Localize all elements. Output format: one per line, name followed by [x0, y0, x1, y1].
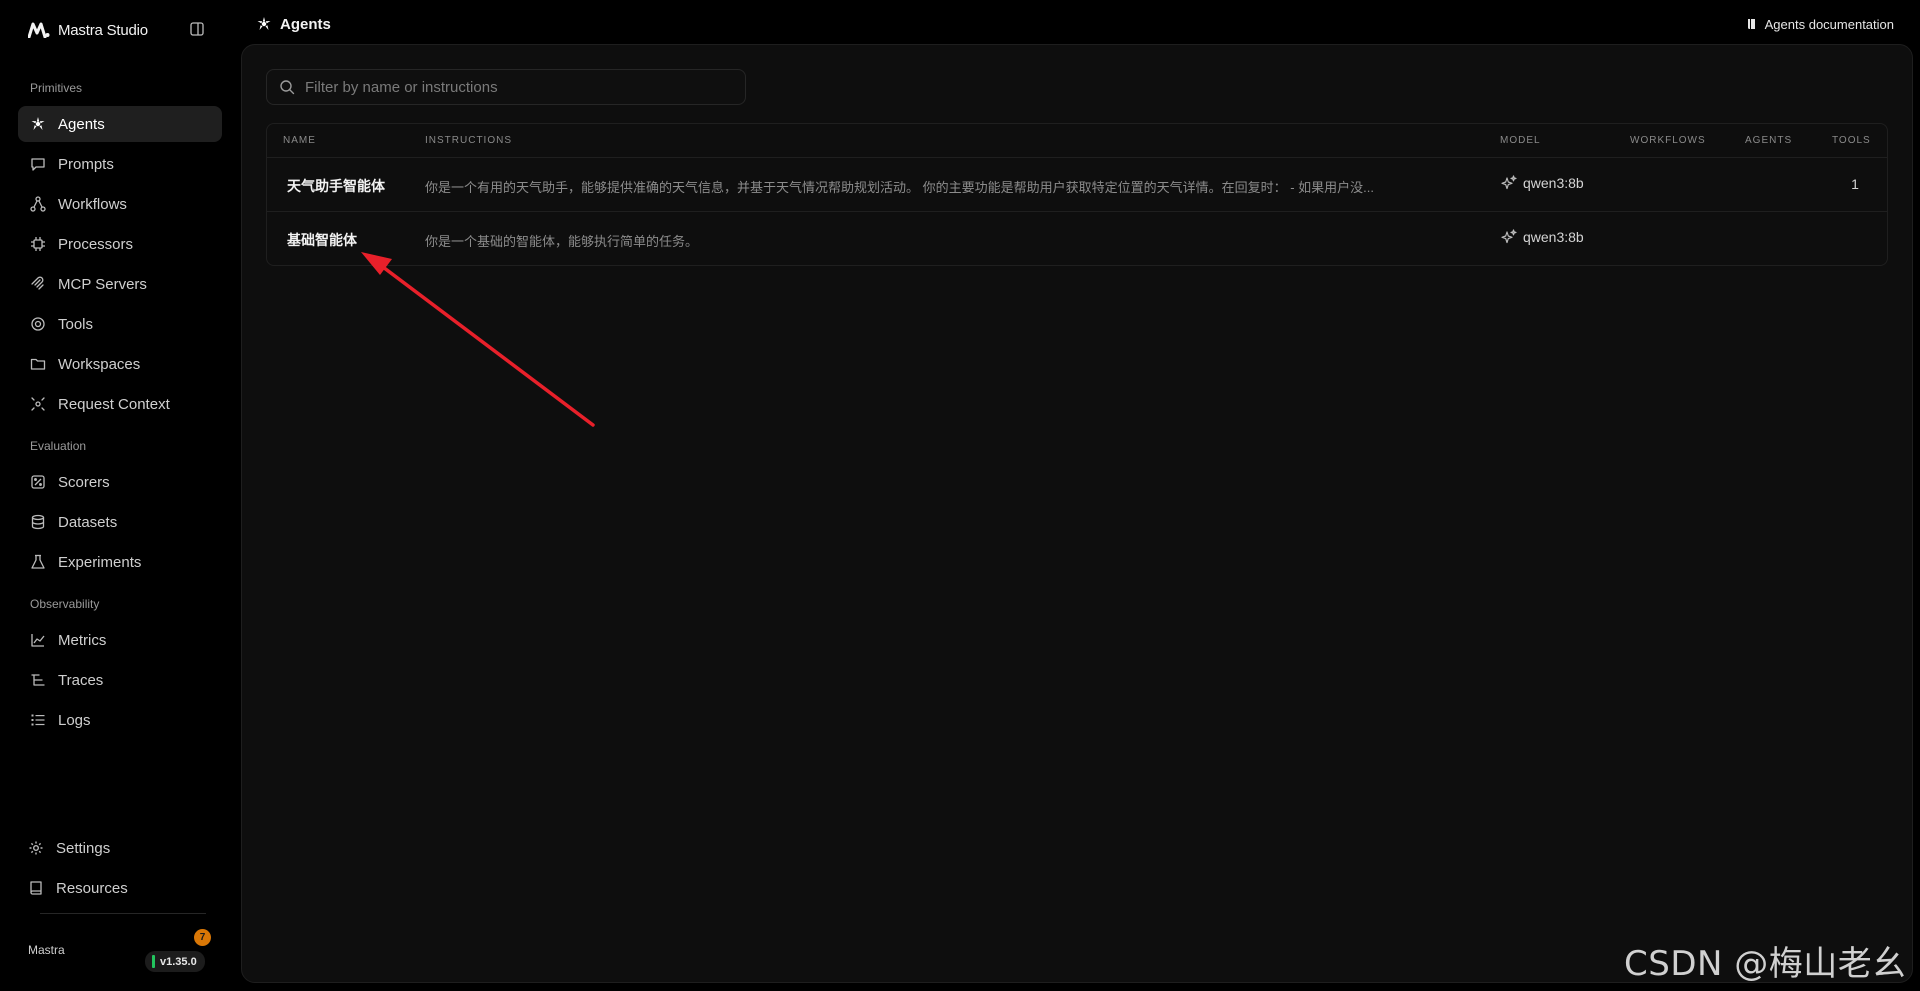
processors-icon	[30, 236, 46, 252]
table-row[interactable]: 天气助手智能体 你是一个有用的天气助手，能够提供准确的天气信息，并基于天气情况帮…	[267, 158, 1887, 212]
sidebar-item-processors[interactable]: Processors	[18, 226, 222, 262]
sidebar-item-label: MCP Servers	[58, 275, 147, 293]
column-header-instructions[interactable]: INSTRUCTIONS	[425, 135, 512, 146]
sidebar-item-label: Tools	[58, 315, 94, 333]
org-name: Mastra	[28, 943, 65, 957]
agent-model-label: qwen3:8b	[1523, 229, 1584, 245]
sidebar-item-label: Prompts	[58, 155, 114, 173]
sidebar-item-datasets[interactable]: Datasets	[18, 504, 222, 540]
sidebar-item-logs[interactable]: Logs	[18, 702, 222, 738]
column-header-tools[interactable]: TOOLS	[1832, 135, 1871, 146]
sidebar-item-label: Scorers	[58, 473, 110, 491]
watermark: CSDN @梅山老幺	[1624, 944, 1907, 984]
brand-name: Mastra Studio	[58, 21, 148, 39]
sidebar-item-label: Request Context	[58, 395, 170, 413]
column-header-name[interactable]: NAME	[283, 135, 316, 146]
sidebar-item-experiments[interactable]: Experiments	[18, 544, 222, 580]
sidebar-item-label: Experiments	[58, 553, 142, 571]
sidebar-item-label: Workspaces	[58, 355, 141, 373]
docs-link-label: Agents documentation	[1764, 16, 1894, 32]
agents-icon	[256, 16, 272, 32]
list-icon	[30, 712, 46, 728]
database-icon	[30, 514, 46, 530]
mcp-icon	[30, 276, 46, 292]
sidebar-toggle-icon	[190, 22, 204, 36]
tools-icon	[30, 316, 46, 332]
agent-tools-count: 1	[1851, 176, 1859, 192]
chart-icon	[30, 632, 46, 648]
request-context-icon	[30, 396, 46, 412]
sidebar-item-label: Datasets	[58, 513, 118, 531]
version-label: v1.35.0	[160, 955, 197, 968]
sidebar-item-label: Agents	[58, 115, 105, 133]
agent-model-label: qwen3:8b	[1523, 175, 1584, 191]
prompts-icon	[30, 156, 46, 172]
sidebar-divider	[40, 913, 206, 914]
agent-model: qwen3:8b	[1501, 229, 1584, 245]
gear-icon	[28, 840, 44, 856]
page-title: Agents	[256, 13, 331, 35]
sidebar-item-resources[interactable]: Resources	[16, 870, 220, 906]
sidebar-item-request-context[interactable]: Request Context	[18, 386, 222, 422]
section-label-primitives: Primitives	[30, 81, 83, 95]
section-label-evaluation: Evaluation	[30, 439, 87, 453]
search-icon	[279, 79, 295, 95]
column-header-workflows[interactable]: WORKFLOWS	[1630, 135, 1706, 146]
sidebar-item-scorers[interactable]: Scorers	[18, 464, 222, 500]
main-panel: NAME INSTRUCTIONS MODEL WORKFLOWS AGENTS…	[241, 44, 1913, 983]
agents-icon	[30, 116, 46, 132]
agent-instructions: 你是一个基础的智能体，能够执行简单的任务。	[425, 234, 699, 249]
table-row[interactable]: 基础智能体 你是一个基础的智能体，能够执行简单的任务。 qwen3:8b	[267, 212, 1887, 265]
sparkles-icon	[1501, 175, 1517, 191]
sidebar: Mastra Studio Primitives Agents Prompts …	[0, 0, 240, 991]
sidebar-item-agents[interactable]: Agents	[18, 106, 222, 142]
book-icon	[28, 880, 44, 896]
agent-name[interactable]: 基础智能体	[287, 230, 357, 250]
page-title-text: Agents	[280, 15, 331, 33]
sidebar-item-tools[interactable]: Tools	[18, 306, 222, 342]
sidebar-item-label: Workflows	[58, 195, 127, 213]
sidebar-item-traces[interactable]: Traces	[18, 662, 222, 698]
sidebar-item-mcp-servers[interactable]: MCP Servers	[18, 266, 222, 302]
sidebar-item-label: Resources	[56, 879, 128, 897]
brand[interactable]: Mastra Studio	[28, 18, 148, 42]
column-header-model[interactable]: MODEL	[1500, 135, 1541, 146]
sidebar-item-label: Metrics	[58, 631, 107, 649]
sidebar-item-workflows[interactable]: Workflows	[18, 186, 222, 222]
column-header-agents[interactable]: AGENTS	[1745, 135, 1792, 146]
agent-model: qwen3:8b	[1501, 175, 1584, 191]
sidebar-item-label: Traces	[58, 671, 104, 689]
agents-documentation-link[interactable]: Agents documentation	[1747, 14, 1894, 34]
sidebar-item-prompts[interactable]: Prompts	[18, 146, 222, 182]
table-header: NAME INSTRUCTIONS MODEL WORKFLOWS AGENTS…	[267, 124, 1887, 158]
folder-icon	[30, 356, 46, 372]
sidebar-toggle-button[interactable]	[188, 20, 206, 38]
sidebar-item-label: Processors	[58, 235, 134, 253]
sidebar-item-settings[interactable]: Settings	[16, 830, 220, 866]
flask-icon	[30, 554, 46, 570]
search-input[interactable]	[305, 78, 725, 96]
sidebar-item-label: Logs	[58, 711, 91, 729]
workflows-icon	[30, 196, 46, 212]
mastra-logo-icon	[28, 22, 50, 38]
status-indicator	[152, 955, 155, 968]
sparkles-icon	[1501, 229, 1517, 245]
version-badge[interactable]: v1.35.0	[145, 951, 205, 972]
search-box[interactable]	[266, 69, 746, 105]
book-icon	[1747, 18, 1757, 30]
section-label-observability: Observability	[30, 597, 100, 611]
notification-badge[interactable]: 7	[194, 929, 211, 946]
scorers-icon	[30, 474, 46, 490]
agent-name[interactable]: 天气助手智能体	[287, 176, 385, 196]
sidebar-item-workspaces[interactable]: Workspaces	[18, 346, 222, 382]
sidebar-item-label: Settings	[56, 839, 111, 857]
traces-icon	[30, 672, 46, 688]
sidebar-item-metrics[interactable]: Metrics	[18, 622, 222, 658]
agents-table: NAME INSTRUCTIONS MODEL WORKFLOWS AGENTS…	[266, 123, 1888, 266]
agent-instructions: 你是一个有用的天气助手，能够提供准确的天气信息，并基于天气情况帮助规划活动。 你…	[425, 180, 1375, 195]
